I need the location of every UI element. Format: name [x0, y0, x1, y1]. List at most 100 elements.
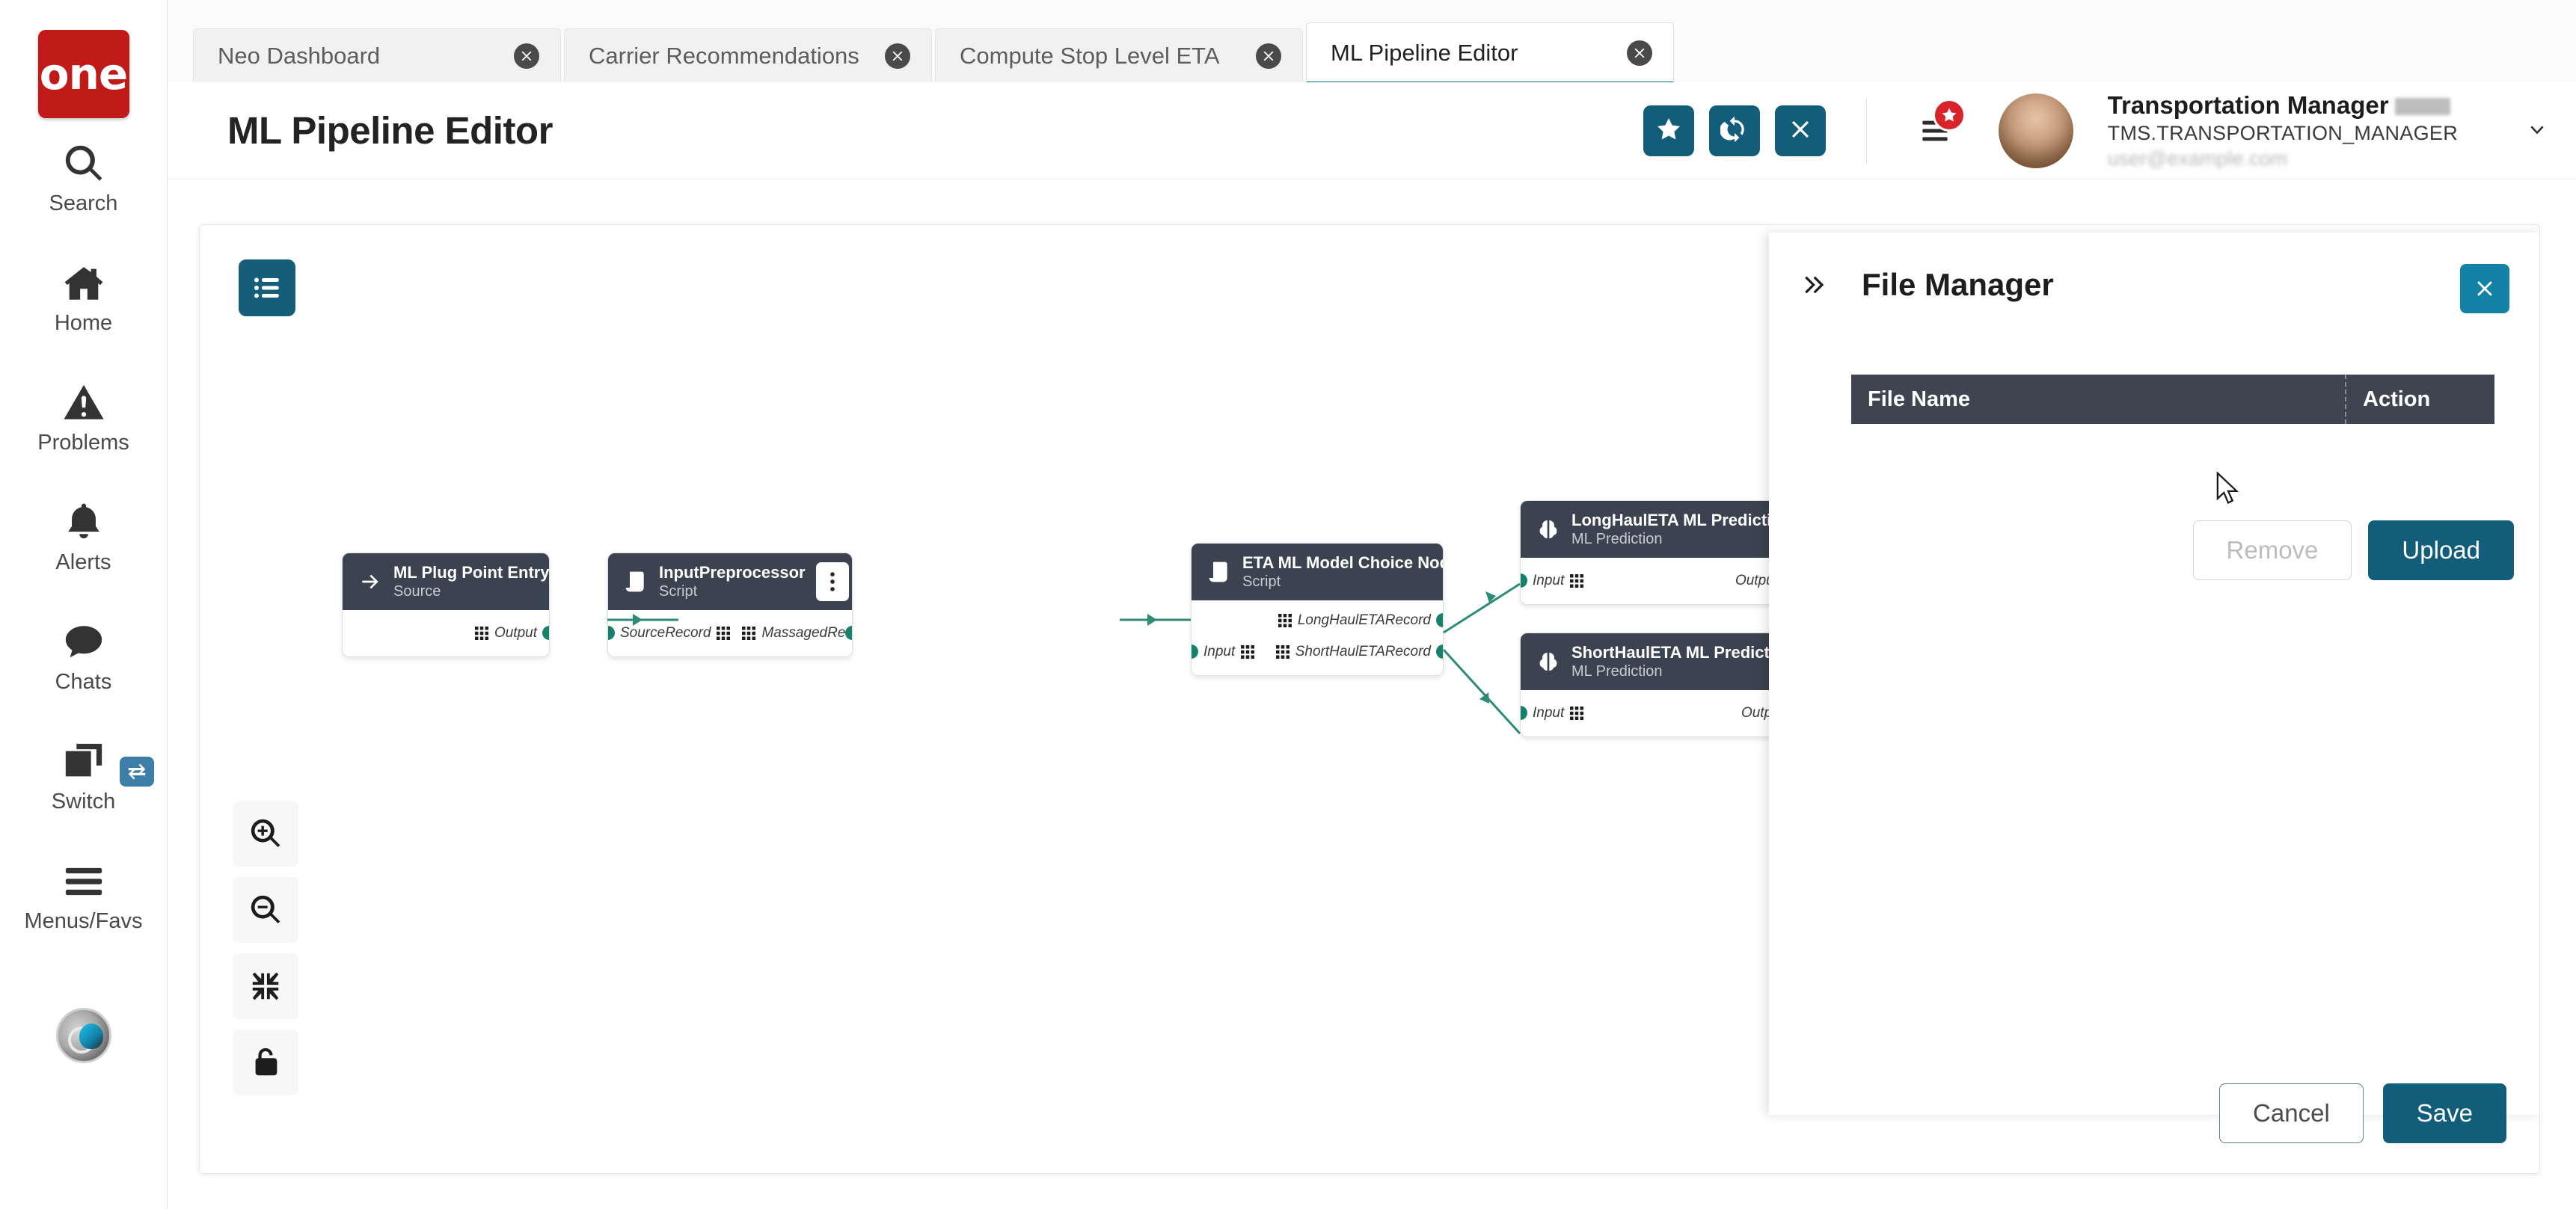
sidebar-item-label: Alerts	[55, 550, 111, 574]
card-footer-actions: Cancel Save	[2219, 1083, 2506, 1143]
grid-icon	[717, 627, 731, 640]
tab-compute-stop-level-eta[interactable]: Compute Stop Level ETA	[935, 28, 1303, 82]
close-page-button[interactable]	[1774, 105, 1826, 156]
close-icon[interactable]	[1256, 43, 1281, 69]
windows-stack-icon	[61, 739, 107, 785]
port-label: MassagedRecord	[761, 625, 852, 641]
node-subtitle: ML Prediction	[1571, 531, 1663, 547]
sidebar-item-alerts[interactable]: Alerts	[0, 477, 168, 597]
port-label: Output	[494, 625, 537, 641]
close-icon[interactable]	[514, 43, 539, 69]
port-label: Input	[1533, 573, 1565, 588]
port-row[interactable]: LongHaulETARecord	[1192, 605, 1443, 636]
node-header: LongHaulETA ML Prediction Node ML Predic…	[1521, 501, 1790, 558]
collapse-panel-button[interactable]	[1788, 259, 1841, 311]
port-row[interactable]: Input Output	[1521, 565, 1790, 597]
grid-icon	[742, 627, 756, 640]
sidebar-item-menus-favs[interactable]: Menus/Favs	[0, 836, 168, 956]
sidebar-item-search[interactable]: Search	[0, 118, 168, 238]
port-dot[interactable]	[542, 626, 549, 640]
node-ml-plug-point-entry[interactable]: ML Plug Point Entry Source Output	[342, 553, 550, 657]
close-icon[interactable]	[885, 43, 910, 69]
close-icon[interactable]	[1627, 40, 1652, 66]
sidebar-item-chats[interactable]: Chats	[0, 597, 168, 716]
tab-carrier-recommendations[interactable]: Carrier Recommendations	[564, 28, 932, 82]
lock-button[interactable]	[233, 1030, 298, 1095]
node-titles: ShortHaulETA ML Prediction Node ML Predi…	[1571, 643, 1796, 680]
search-icon	[61, 141, 107, 187]
page-title: ML Pipeline Editor	[227, 109, 553, 152]
sidebar-item-problems[interactable]: Problems	[0, 357, 168, 477]
switch-arrows-icon[interactable]	[119, 757, 154, 787]
file-manager-table: File Name Action	[1851, 375, 2494, 424]
upload-button[interactable]: Upload	[2368, 520, 2514, 580]
grid-icon	[1275, 645, 1289, 659]
refresh-button[interactable]	[1708, 105, 1760, 156]
user-name: Transportation Manager	[2108, 91, 2458, 120]
port-dot[interactable]	[608, 626, 615, 640]
node-header: ETA ML Model Choice Node Script	[1192, 544, 1443, 600]
zoom-out-button[interactable]	[233, 877, 298, 943]
close-panel-button[interactable]	[2460, 264, 2509, 313]
node-list-button[interactable]	[239, 259, 295, 316]
tab-neo-dashboard[interactable]: Neo Dashboard	[193, 28, 561, 82]
column-header-file-name: File Name	[1868, 387, 1970, 411]
node-input-preprocessor[interactable]: InputPreprocessor Script SourceRecord Ma…	[607, 553, 853, 657]
avatar[interactable]	[1998, 93, 2073, 168]
node-title: ML Plug Point Entry	[393, 563, 550, 582]
node-body: Input Output	[1521, 558, 1790, 604]
script-icon	[623, 569, 648, 594]
fit-view-button[interactable]	[233, 953, 298, 1019]
tab-label: ML Pipeline Editor	[1331, 39, 1518, 66]
node-subtitle: Script	[659, 583, 698, 600]
node-header: ML Plug Point Entry Source	[343, 553, 549, 610]
node-titles: ETA ML Model Choice Node Script	[1242, 553, 1444, 591]
node-eta-ml-model-choice-node[interactable]: ETA ML Model Choice Node Script LongHaul…	[1191, 543, 1444, 676]
port-dot[interactable]	[1521, 573, 1527, 588]
node-subtitle: ML Prediction	[1571, 663, 1663, 680]
node-shorthauleta-ml-prediction-node[interactable]: ShortHaulETA ML Prediction Node ML Predi…	[1520, 633, 1797, 737]
x-icon	[1786, 115, 1815, 146]
port-label: SourceRecord	[620, 625, 711, 641]
port-row[interactable]: Input Output	[1521, 698, 1796, 729]
brand-logo-text: one	[39, 49, 128, 99]
kebab-menu-icon[interactable]	[815, 562, 849, 601]
sidebar-item-label: Menus/Favs	[24, 908, 143, 933]
port-dot[interactable]	[1521, 706, 1527, 720]
tab-label: Carrier Recommendations	[589, 42, 859, 69]
header-divider	[1865, 97, 1867, 164]
user-email: user@example.com	[2107, 147, 2288, 170]
zoom-in-icon	[251, 819, 280, 848]
ai-assistant-avatar[interactable]	[55, 1008, 111, 1063]
favorite-button[interactable]	[1643, 105, 1694, 156]
zoom-in-button[interactable]	[233, 801, 298, 867]
sidebar-item-home[interactable]: Home	[0, 238, 168, 357]
port-dot[interactable]	[1192, 645, 1198, 659]
tab-label: Compute Stop Level ETA	[960, 42, 1220, 69]
script-icon	[1206, 559, 1232, 585]
page-header: ML Pipeline Editor Transportation Manage…	[168, 82, 2576, 179]
user-menu-button[interactable]	[2510, 102, 2564, 159]
brand-logo[interactable]: one	[37, 30, 129, 118]
node-longhauleta-ml-prediction-node[interactable]: LongHaulETA ML Prediction Node ML Predic…	[1520, 500, 1791, 605]
cancel-button[interactable]: Cancel	[2219, 1083, 2364, 1143]
header-actions: Transportation Manager TMS.TRANSPORTATIO…	[1643, 91, 2576, 170]
tab-ml-pipeline-editor[interactable]: ML Pipeline Editor	[1306, 22, 1674, 85]
port-label: LongHaulETARecord	[1297, 612, 1431, 628]
remove-button[interactable]: Remove	[2192, 520, 2352, 580]
port-row[interactable]: Input ShortHaulETARecord	[1192, 636, 1443, 668]
port-row[interactable]: Output	[343, 618, 549, 649]
node-title: ETA ML Model Choice Node	[1242, 553, 1444, 572]
port-label: Input	[1203, 644, 1236, 659]
file-manager-title: File Manager	[1862, 267, 2054, 302]
port-dot[interactable]	[1436, 613, 1443, 627]
node-body: LongHaulETARecord Input ShortHaulETAReco…	[1192, 600, 1443, 675]
port-dot[interactable]	[1436, 645, 1443, 659]
node-subtitle: Script	[1242, 573, 1281, 590]
sidebar-item-label: Search	[49, 191, 118, 215]
favorites-menu-button[interactable]	[1907, 98, 1966, 159]
save-button[interactable]: Save	[2382, 1083, 2506, 1143]
sidebar-item-switch[interactable]: Switch	[0, 716, 168, 836]
port-label: ShortHaulETARecord	[1295, 644, 1431, 659]
port-row[interactable]: SourceRecord MassagedRecord	[608, 618, 852, 649]
